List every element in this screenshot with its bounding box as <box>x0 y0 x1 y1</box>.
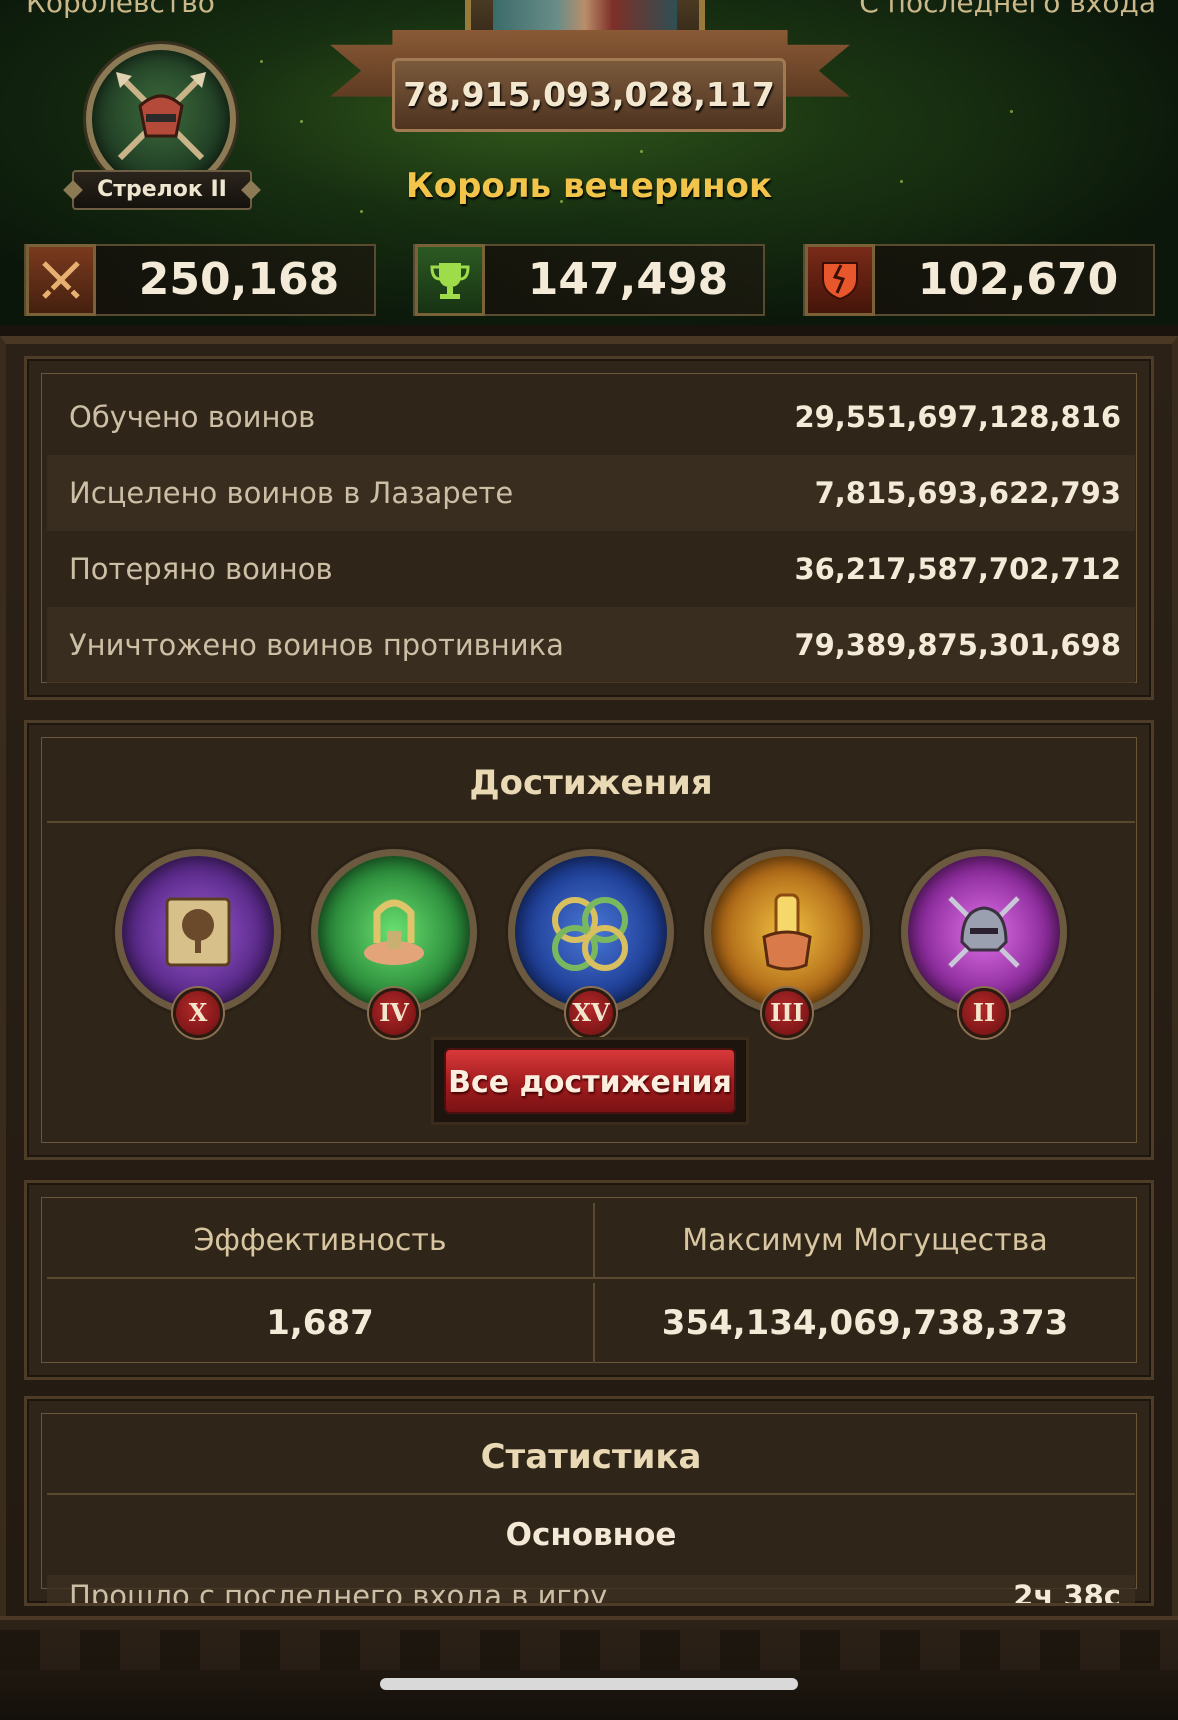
stat-row-value: 2ч 38с <box>1013 1579 1121 1606</box>
medal-level: III <box>762 988 812 1038</box>
efficiency-header: Эффективность <box>47 1203 593 1279</box>
crossed-arrows-icon <box>116 72 206 161</box>
shield-stat[interactable]: 102,670 <box>803 244 1155 316</box>
achievement-medal[interactable]: III <box>704 849 870 1038</box>
stat-row-value: 79,389,875,301,698 <box>794 628 1121 662</box>
stat-row-healed: Исцелено воинов в Лазарете 7,815,693,622… <box>47 455 1135 531</box>
stat-row-label: Исцелено воинов в Лазарете <box>69 476 514 510</box>
medal-level: IV <box>369 988 419 1038</box>
player-title: Король вечеринок <box>405 166 773 206</box>
trophy-stat[interactable]: 147,498 <box>413 244 765 316</box>
fist-torch-icon <box>711 856 863 1008</box>
statistics-title: Статистика <box>47 1419 1135 1495</box>
statistics-subtitle: Основное <box>505 1517 677 1553</box>
achievements-title: Достижения <box>47 743 1135 823</box>
achievement-medal[interactable]: X <box>115 849 281 1038</box>
profile-header: Королевство С последнего входа Стрелок I… <box>0 0 1178 325</box>
stat-row-last-login: Прошло с последнего входа в игру 2ч 38с <box>47 1575 1135 1606</box>
stat-row-label: Прошло с последнего входа в игру <box>69 1579 608 1606</box>
broken-shield-icon <box>805 244 875 316</box>
troops-stats-panel: Обучено воинов 29,551,697,128,816 Исцеле… <box>24 356 1154 700</box>
attack-stat[interactable]: 250,168 <box>24 244 376 316</box>
achievements-panel: Достижения X IV XV III II Все достижения <box>24 720 1154 1160</box>
all-achievements-label: Все достижения <box>444 1048 736 1114</box>
achievement-medal[interactable]: IV <box>311 849 477 1038</box>
stat-row-destroyed: Уничтожено воинов противника 79,389,875,… <box>47 607 1135 683</box>
stat-row-value: 7,815,693,622,793 <box>814 476 1121 510</box>
stat-row-value: 29,551,697,128,816 <box>794 400 1121 434</box>
crossed-swords-icon <box>26 244 96 316</box>
all-achievements-button[interactable]: Все достижения <box>431 1037 749 1125</box>
scroll-tree-icon <box>122 856 274 1008</box>
hand-gate-icon <box>318 856 470 1008</box>
medal-level: X <box>173 988 223 1038</box>
stat-row-label: Обучено воинов <box>69 400 316 434</box>
stat-row-trained: Обучено воинов 29,551,697,128,816 <box>47 379 1135 455</box>
trophy-value: 147,498 <box>527 254 729 305</box>
home-indicator[interactable] <box>380 1678 798 1690</box>
max-power-value: 354,134,069,738,373 <box>593 1283 1135 1363</box>
shield-value: 102,670 <box>917 254 1119 305</box>
stat-row-label: Потеряно воинов <box>69 552 333 586</box>
trophy-icon <box>415 244 485 316</box>
rings-icon <box>515 856 667 1008</box>
stat-row-value: 36,217,587,702,712 <box>794 552 1121 586</box>
achievement-medal[interactable]: II <box>901 849 1067 1038</box>
helmet-swords-icon <box>908 856 1060 1008</box>
efficiency-panel: Эффективность Максимум Могущества 1,687 … <box>24 1180 1154 1380</box>
medal-level: XV <box>566 988 616 1038</box>
stat-row-label: Уничтожено воинов противника <box>69 628 564 662</box>
efficiency-value: 1,687 <box>266 1303 374 1343</box>
last-login-label: С последнего входа <box>859 0 1156 19</box>
medal-level: II <box>959 988 1009 1038</box>
stat-row-lost: Потеряно воинов 36,217,587,702,712 <box>47 531 1135 607</box>
power-value: 78,915,093,028,117 <box>392 58 786 132</box>
statistics-panel: Статистика Основное Прошло с последнего … <box>24 1396 1154 1606</box>
attack-value: 250,168 <box>138 254 340 305</box>
bottom-frame <box>0 1616 1178 1720</box>
achievement-medal[interactable]: XV <box>508 849 674 1038</box>
max-power-header: Максимум Могущества <box>593 1203 1135 1279</box>
celtic-border <box>0 1630 1178 1670</box>
kingdom-label: Королевство <box>26 0 215 19</box>
